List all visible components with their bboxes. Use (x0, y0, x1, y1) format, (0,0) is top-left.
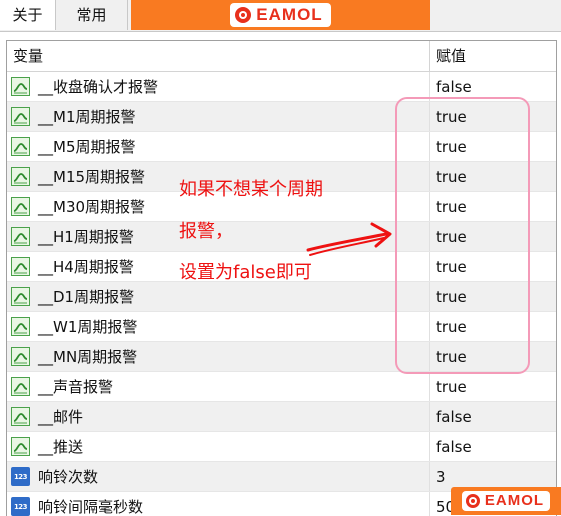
table-row[interactable]: __H1周期报警 true (7, 222, 556, 252)
row-variable-cell: __邮件 (7, 402, 430, 431)
table-row[interactable]: __MN周期报警 true (7, 342, 556, 372)
row-variable-cell: 123 响铃间隔毫秒数 (7, 492, 430, 516)
row-variable-label: __D1周期报警 (38, 288, 135, 306)
row-variable-cell: __MN周期报警 (7, 342, 430, 371)
table-row[interactable]: __M5周期报警 true (7, 132, 556, 162)
row-value-cell[interactable]: true (430, 102, 467, 131)
row-value-cell[interactable]: false (430, 72, 472, 101)
table-row[interactable]: __声音报警 true (7, 372, 556, 402)
tab-about[interactable]: 关于 (0, 0, 56, 30)
table-row[interactable]: __推送 false (7, 432, 556, 462)
row-variable-label: __MN周期报警 (38, 348, 138, 366)
table-row[interactable]: __收盘确认才报警 false (7, 72, 556, 102)
row-variable-label: __收盘确认才报警 (38, 78, 159, 96)
row-value-cell[interactable]: true (430, 312, 467, 341)
row-variable-label: 响铃次数 (38, 468, 99, 486)
grid-header: 变量 赋值 (7, 41, 556, 72)
brand-watermark-text: EAMOL (484, 492, 545, 509)
row-value-cell[interactable]: true (430, 222, 467, 251)
column-header-variable[interactable]: 变量 (7, 41, 430, 71)
row-variable-cell: __W1周期报警 (7, 312, 430, 341)
row-value-cell[interactable]: true (430, 162, 467, 191)
row-value-cell[interactable]: true (430, 252, 467, 281)
row-value-cell[interactable]: true (430, 132, 467, 161)
bool-icon (11, 227, 30, 246)
row-value-cell[interactable]: true (430, 372, 467, 401)
annotation-text-line-1: 如果不想某个周期 (179, 179, 323, 200)
row-value-cell[interactable]: true (430, 342, 467, 371)
row-value-cell[interactable]: false (430, 402, 472, 431)
row-variable-label: __W1周期报警 (38, 318, 138, 336)
brand-watermark-logo-icon (465, 494, 480, 508)
row-variable-label: 响铃间隔毫秒数 (38, 498, 144, 516)
bool-icon (11, 407, 30, 426)
bool-icon (11, 347, 30, 366)
annotation-text-line-2: 报警， (179, 221, 233, 242)
table-row[interactable]: __W1周期报警 true (7, 312, 556, 342)
tab-common[interactable]: 常用 (56, 0, 128, 30)
row-variable-label: __M5周期报警 (38, 138, 136, 156)
row-variable-cell: __M5周期报警 (7, 132, 430, 161)
bool-icon (11, 257, 30, 276)
row-variable-cell: __M1周期报警 (7, 102, 430, 131)
row-value-cell[interactable]: 3 (430, 462, 446, 491)
tab-bar: 关于 常用 EAMOL (0, 0, 561, 32)
row-variable-label: __邮件 (38, 408, 84, 426)
brand-logo-icon (235, 7, 252, 23)
number-icon: 123 (11, 497, 30, 516)
annotation-arrow-icon (306, 222, 392, 256)
number-icon: 123 (11, 467, 30, 486)
annotation-text-line-3: 设置为false即可 (179, 262, 312, 283)
row-value-cell[interactable]: true (430, 192, 467, 221)
row-variable-label: __H4周期报警 (38, 258, 134, 276)
row-variable-cell: __收盘确认才报警 (7, 72, 430, 101)
row-variable-label: __M15周期报警 (38, 168, 146, 186)
row-variable-cell: __D1周期报警 (7, 282, 430, 311)
bool-icon (11, 167, 30, 186)
bool-icon (11, 107, 30, 126)
brand-watermark-logo: EAMOL (461, 491, 551, 511)
bool-icon (11, 377, 30, 396)
bool-icon (11, 77, 30, 96)
grid-body: __收盘确认才报警 false __M1周期报警 true __M5周期报警 true __… (7, 72, 556, 516)
table-row[interactable]: __D1周期报警 true (7, 282, 556, 312)
row-variable-cell: __推送 (7, 432, 430, 461)
row-variable-label: __推送 (38, 438, 84, 456)
bool-icon (11, 287, 30, 306)
bool-icon (11, 137, 30, 156)
brand-banner: EAMOL (131, 0, 430, 30)
row-variable-label: __M30周期报警 (38, 198, 146, 216)
row-variable-cell: __声音报警 (7, 372, 430, 401)
table-row[interactable]: __M1周期报警 true (7, 102, 556, 132)
row-variable-label: __H1周期报警 (38, 228, 134, 246)
row-variable-label: __M1周期报警 (38, 108, 136, 126)
bool-icon (11, 197, 30, 216)
brand-logo-text: EAMOL (256, 5, 323, 24)
row-value-cell[interactable]: true (430, 282, 467, 311)
brand-logo: EAMOL (230, 3, 331, 27)
row-variable-cell: 123 响铃次数 (7, 462, 430, 491)
brand-watermark: EAMOL (451, 487, 561, 515)
bool-icon (11, 437, 30, 456)
row-value-cell[interactable]: false (430, 432, 472, 461)
table-row[interactable]: __邮件 false (7, 402, 556, 432)
bool-icon (11, 317, 30, 336)
column-header-value[interactable]: 赋值 (430, 41, 466, 71)
row-variable-label: __声音报警 (38, 378, 114, 396)
